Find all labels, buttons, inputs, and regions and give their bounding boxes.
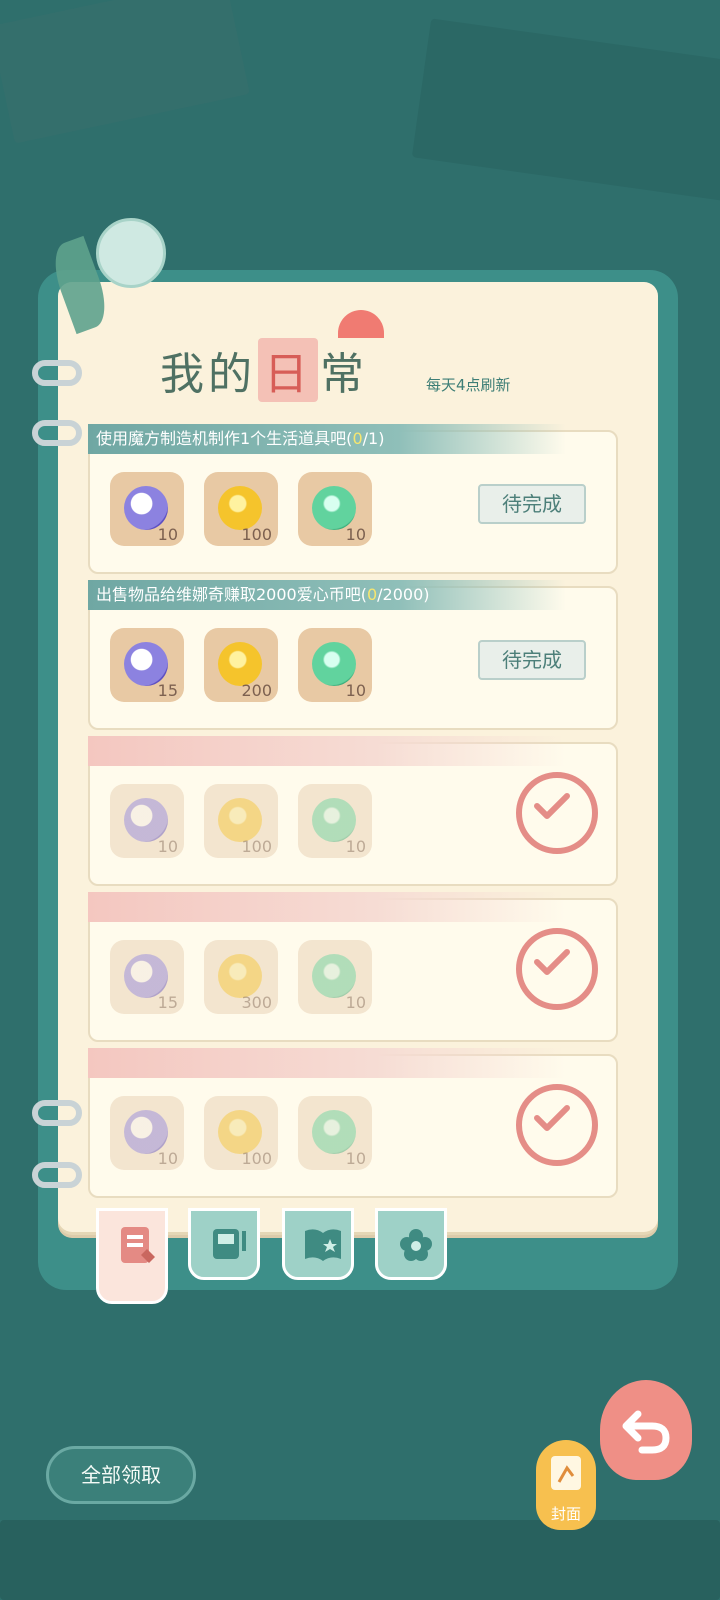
reward-item[interactable]: 10 [298, 940, 372, 1014]
reward-item[interactable]: 10 [110, 472, 184, 546]
pending-status-button[interactable]: 待完成 [478, 640, 586, 680]
binder-ring [32, 420, 82, 446]
task-progress-total: /2000) [377, 585, 430, 604]
cover-icon [551, 1456, 581, 1490]
task-title [88, 892, 566, 922]
binder-ring [32, 1100, 82, 1126]
task-card: 使用魔方制造机制作1个生活道具吧(0/1) 10 100 10 待完成 [88, 424, 618, 574]
claim-all-button[interactable]: 全部领取 [46, 1446, 196, 1504]
reward-count: 15 [157, 993, 178, 1012]
gold-heart-coin-icon [218, 1110, 262, 1154]
back-arrow-icon [622, 1410, 670, 1454]
reward-item[interactable]: 15 [110, 628, 184, 702]
green-gem-icon [312, 798, 356, 842]
reward-item[interactable]: 10 [298, 628, 372, 702]
title-text: 常 [320, 349, 368, 400]
refresh-note: 每天4点刷新 [426, 376, 511, 394]
gold-heart-coin-icon [218, 954, 262, 998]
task-card: 出售物品给维娜奇赚取2000爱心币吧(0/2000) 15 200 10 待完成 [88, 580, 618, 730]
task-title: 出售物品给维娜奇赚取2000爱心币吧(0/2000) [88, 580, 566, 610]
reward-item[interactable]: 15 [110, 940, 184, 1014]
reward-item[interactable]: 100 [204, 472, 278, 546]
green-gem-icon [312, 642, 356, 686]
daily-task-icon [121, 1227, 155, 1263]
background-stripe [0, 0, 250, 144]
cover-button[interactable]: 封面 [536, 1440, 596, 1530]
reward-count: 10 [345, 525, 366, 544]
moon-coin-icon [124, 954, 168, 998]
green-gem-icon [312, 954, 356, 998]
reward-item[interactable]: 10 [298, 784, 372, 858]
reward-count: 15 [157, 681, 178, 700]
tulip-character-icon [96, 218, 166, 288]
reward-item[interactable]: 10 [110, 784, 184, 858]
task-title-text: 使用魔方制造机制作1个生活道具吧( [96, 429, 353, 448]
title-text: 我的 [160, 349, 256, 400]
reward-count: 10 [157, 1149, 178, 1168]
flower-badge-icon [400, 1229, 432, 1261]
reward-item[interactable]: 200 [204, 628, 278, 702]
binder-ring [32, 1162, 82, 1188]
reward-item[interactable]: 10 [298, 1096, 372, 1170]
cover-label: 封面 [550, 1505, 581, 1523]
reward-count: 200 [241, 681, 272, 700]
reward-count: 100 [241, 525, 272, 544]
task-title [88, 1048, 566, 1078]
moon-coin-icon [124, 486, 168, 530]
reward-count: 10 [345, 681, 366, 700]
reward-item[interactable]: 10 [298, 472, 372, 546]
reward-count: 10 [157, 525, 178, 544]
reward-item[interactable]: 100 [204, 1096, 278, 1170]
task-progress: 0 [352, 429, 363, 448]
gold-heart-coin-icon [218, 642, 262, 686]
reward-item[interactable]: 300 [204, 940, 278, 1014]
background-stripe [411, 18, 720, 202]
album-icon [213, 1229, 246, 1259]
gold-heart-coin-icon [218, 798, 262, 842]
reward-count: 100 [241, 837, 272, 856]
reward-item[interactable]: 10 [110, 1096, 184, 1170]
reward-count: 10 [345, 837, 366, 856]
binder-ring [32, 360, 82, 386]
reward-item[interactable]: 100 [204, 784, 278, 858]
task-card: 10 100 10 [88, 1048, 618, 1198]
task-progress-total: /1) [362, 429, 385, 448]
task-card: 15 300 10 [88, 892, 618, 1042]
reward-count: 100 [241, 1149, 272, 1168]
completed-check-icon [516, 928, 598, 1010]
tab-book[interactable] [282, 1208, 354, 1280]
task-card: 10 100 10 [88, 736, 618, 886]
reward-count: 10 [345, 1149, 366, 1168]
tab-album[interactable] [188, 1208, 260, 1280]
title-highlight: 日 [258, 338, 318, 402]
book-star-icon [305, 1229, 341, 1261]
tab-flower[interactable] [375, 1208, 447, 1280]
task-title [88, 736, 566, 766]
background-stripe [0, 1520, 720, 1600]
task-progress: 0 [366, 585, 378, 604]
task-title: 使用魔方制造机制作1个生活道具吧(0/1) [88, 424, 566, 454]
moon-coin-icon [124, 1110, 168, 1154]
reward-count: 10 [157, 837, 178, 856]
reward-count: 300 [241, 993, 272, 1012]
moon-coin-icon [124, 642, 168, 686]
green-gem-icon [312, 486, 356, 530]
green-gem-icon [312, 1110, 356, 1154]
reward-count: 10 [345, 993, 366, 1012]
completed-check-icon [516, 1084, 598, 1166]
pending-status-button[interactable]: 待完成 [478, 484, 586, 524]
back-button[interactable] [600, 1380, 692, 1480]
page-title: 我的日常 [160, 338, 368, 402]
moon-coin-icon [124, 798, 168, 842]
task-title-text: 出售物品给维娜奇赚取2000爱心币吧( [96, 585, 367, 604]
gold-heart-coin-icon [218, 486, 262, 530]
tab-daily[interactable] [96, 1208, 168, 1304]
completed-check-icon [516, 772, 598, 854]
